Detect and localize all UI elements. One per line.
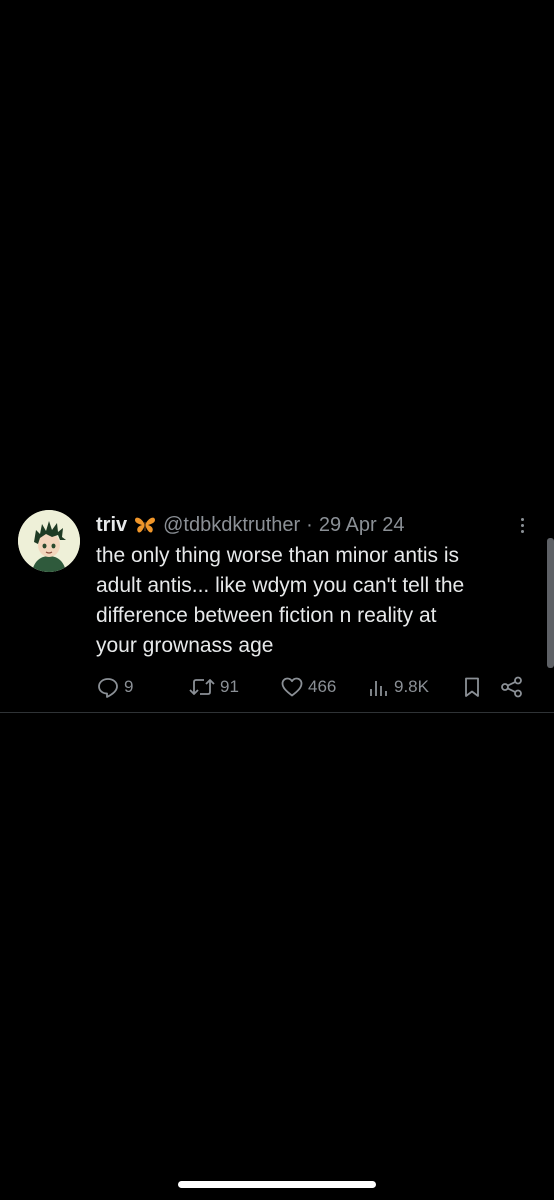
separator-dot: · [306,513,313,536]
reply-button[interactable]: 9 [96,672,133,702]
share-icon [501,676,522,698]
bookmark-icon [465,677,479,697]
more-dot-icon [520,529,524,533]
bookmark-button[interactable] [462,672,486,702]
view-count: 9.8K [394,677,429,696]
user-handle[interactable]: @tdbkdktruther [163,514,300,537]
tweet[interactable]: triv @tdbkdktruther · 29 Apr 24 the only… [0,500,554,713]
like-count: 466 [308,677,337,696]
display-name[interactable]: triv [96,514,127,537]
like-button[interactable]: 466 [280,672,336,702]
scrollbar[interactable] [547,538,554,668]
views-button[interactable]: 9.8K [368,672,429,702]
heart-icon [281,677,303,697]
retweet-icon [189,679,215,695]
avatar[interactable] [18,510,80,572]
retweet-button[interactable]: 91 [188,672,239,702]
reply-icon [98,678,118,698]
reply-count: 9 [124,677,134,696]
views-chart-icon [370,681,387,696]
tweet-text: the only thing worse than minor antis is… [96,544,465,657]
tweet-actions: 9 91 466 9.8K [0,672,554,702]
share-button[interactable] [500,672,528,702]
home-indicator[interactable] [178,1181,376,1188]
tweet-date[interactable]: 29 Apr 24 [319,514,405,537]
retweet-count: 91 [220,677,239,696]
more-dot-icon [520,517,524,521]
more-options-button[interactable] [512,512,532,538]
more-dot-icon [520,523,524,527]
butterfly-icon [133,515,157,535]
tweet-header: triv @tdbkdktruther · 29 Apr 24 [96,512,404,538]
